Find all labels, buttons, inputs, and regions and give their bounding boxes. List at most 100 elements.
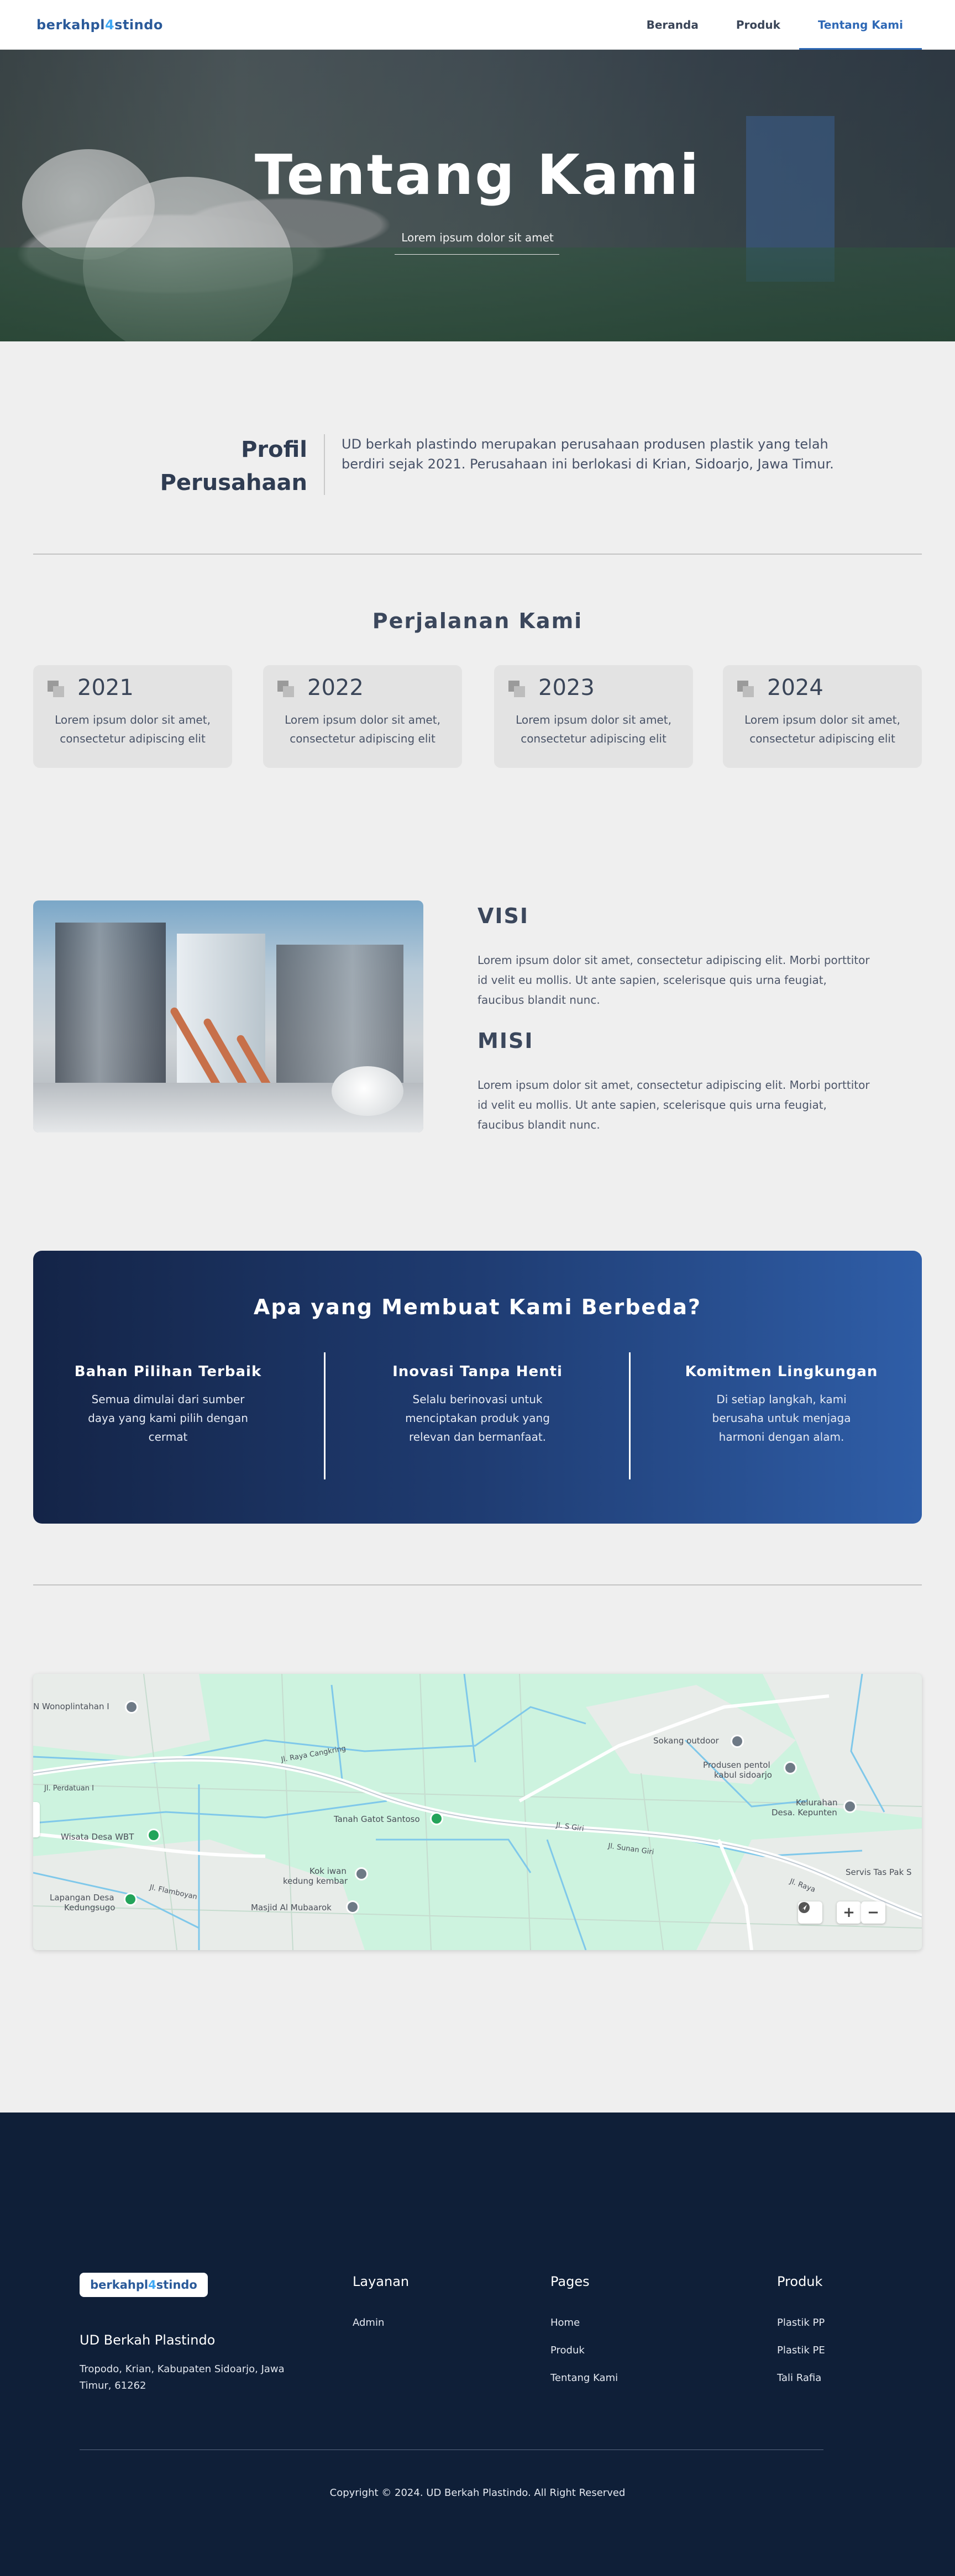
visi-title: VISI (478, 904, 529, 928)
footer-company-name: UD Berkah Plastindo (80, 2332, 216, 2348)
navbar: berkahpl 4 stindo Beranda Produk Tentang K… (0, 0, 955, 50)
footer-address: Tropodo, Krian, Kabupaten Sidoarjo, Jawa… (80, 2363, 285, 2391)
nav-link-tentang-kami[interactable]: Tentang Kami (799, 0, 922, 50)
differentiator-heading: Bahan Pilihan Terbaik (74, 1363, 262, 1380)
hero-subtitle: Lorem ipsum dolor sit amet (401, 231, 554, 244)
map-pin-icon[interactable] (784, 1761, 797, 1774)
map-label: Lapangan Desa (50, 1893, 114, 1903)
differentiator-text: Semua dimulai dari sumber daya yang kami… (88, 1393, 248, 1444)
footer-link-home[interactable]: Home (550, 2317, 580, 2329)
differentiator-title: Apa yang Membuat Kami Berbeda? (253, 1295, 702, 1319)
journey-text: Lorem ipsum dolor sit amet, consectetur … (744, 713, 900, 745)
footer-logo-main: berkahpl (90, 2278, 149, 2291)
logo-text-main: berkahpl (36, 17, 105, 33)
map-pin-icon[interactable] (355, 1867, 368, 1880)
differentiator-column: Komitmen Lingkungan Di setiap langkah, k… (654, 1363, 909, 1446)
map-label: Servis Tas Pak S (846, 1867, 912, 1877)
map-label: N Wonoplintahan I (33, 1701, 109, 1711)
footer-logo[interactable]: berkahpl 4 stindo (80, 2273, 208, 2297)
location-map[interactable]: N Wonoplintahan I Jl. Perdatuan I Jl. Ra… (33, 1674, 922, 1950)
map-label: Jl. Perdatuan I (44, 1784, 94, 1793)
map-label: Tanah Gatot Santoso (334, 1814, 420, 1824)
map-label: Wisata Desa WBT (61, 1832, 134, 1842)
map-label: kabul sidoarjo (714, 1770, 772, 1780)
map-pin-icon[interactable] (346, 1900, 359, 1914)
differentiator-column: Bahan Pilihan Terbaik Semua dimulai dari… (41, 1363, 295, 1446)
visi-text: Lorem ipsum dolor sit amet, consectetur … (478, 954, 870, 1007)
map-pin-icon[interactable] (125, 1700, 138, 1714)
differentiator-heading: Inovasi Tanpa Henti (392, 1363, 563, 1380)
differentiator-column: Inovasi Tanpa Henti Selalu berinovasi un… (350, 1363, 605, 1446)
footer: berkahpl 4 stindo UD Berkah Plastindo Trop… (0, 2113, 955, 2576)
differentiator-separator (629, 1352, 631, 1479)
milestone-icon (48, 681, 64, 697)
profile-divider (324, 434, 325, 495)
map-pin-icon[interactable] (147, 1829, 160, 1842)
misi-text: Lorem ipsum dolor sit amet, consectetur … (478, 1078, 870, 1131)
journey-card-2022: 2022 Lorem ipsum dolor sit amet, consect… (263, 665, 462, 768)
differentiator-heading: Komitmen Lingkungan (685, 1363, 878, 1380)
misi-title: MISI (478, 1029, 534, 1053)
footer-logo-accent: 4 (148, 2278, 156, 2291)
differentiator-panel: Apa yang Membuat Kami Berbeda? Bahan Pil… (33, 1251, 922, 1524)
footer-copyright: Copyright © 2024. UD Berkah Plastindo. A… (329, 2487, 626, 2499)
journey-year: 2024 (767, 675, 823, 700)
footer-produk-title: Produk (777, 2274, 823, 2289)
nav-link-produk[interactable]: Produk (717, 0, 799, 50)
footer-link-tali-rafia[interactable]: Tali Rafia (777, 2372, 821, 2384)
compass-icon (799, 1902, 810, 1913)
differentiator-separator (324, 1352, 326, 1479)
section-divider (33, 1584, 922, 1585)
logo-text-rest: stindo (114, 17, 163, 33)
profile-title-line2: Perusahaan (160, 470, 307, 496)
hero-underline (395, 254, 559, 255)
footer-divider (80, 2449, 823, 2450)
milestone-icon (737, 681, 754, 697)
profile-title: Profil Perusahaan (111, 433, 307, 499)
profile-title-line1: Profil (241, 437, 307, 462)
hero-title: Tentang Kami (254, 143, 701, 207)
map-pin-icon[interactable] (731, 1735, 744, 1748)
map-pin-icon[interactable] (430, 1812, 443, 1825)
map-navigate-icon[interactable] (798, 1901, 822, 1924)
footer-logo-rest: stindo (156, 2278, 197, 2291)
map-label: Kelurahan (796, 1798, 838, 1808)
map-label: kedung kembar (283, 1876, 348, 1886)
logo-text-accent: 4 (104, 17, 115, 33)
journey-text: Lorem ipsum dolor sit amet, consectetur … (516, 713, 671, 745)
journey-text: Lorem ipsum dolor sit amet, consectetur … (285, 713, 440, 745)
map-label: Kok iwan (309, 1866, 347, 1876)
footer-link-plastik-pe[interactable]: Plastik PE (777, 2345, 825, 2356)
footer-link-admin[interactable]: Admin (353, 2317, 384, 2329)
footer-link-tentang-kami[interactable]: Tentang Kami (550, 2372, 618, 2384)
footer-layanan-title: Layanan (353, 2274, 410, 2289)
milestone-icon (508, 681, 525, 697)
profile-text: UD berkah plastindo merupakan perusahaan… (342, 436, 834, 472)
journey-title: Perjalanan Kami (372, 609, 583, 633)
map-zoom-out-button[interactable]: − (861, 1901, 885, 1924)
journey-year: 2023 (538, 675, 595, 700)
hero-banner: Tentang Kami Lorem ipsum dolor sit amet (0, 50, 955, 341)
nav-link-beranda[interactable]: Beranda (628, 0, 717, 50)
differentiator-text: Di setiap langkah, kami berusaha untuk m… (712, 1393, 851, 1444)
journey-card-2023: 2023 Lorem ipsum dolor sit amet, consect… (494, 665, 693, 768)
journey-text: Lorem ipsum dolor sit amet, consectetur … (55, 713, 211, 745)
factory-machine-image (33, 900, 423, 1132)
footer-pages-title: Pages (550, 2274, 590, 2289)
hero-floor (0, 247, 955, 341)
map-side-control[interactable] (33, 1802, 40, 1837)
footer-link-plastik-pp[interactable]: Plastik PP (777, 2317, 825, 2329)
section-divider (33, 554, 922, 555)
footer-link-produk[interactable]: Produk (550, 2345, 585, 2356)
journey-card-2021: 2021 Lorem ipsum dolor sit amet, consect… (33, 665, 232, 768)
map-label: Desa. Kepunten (772, 1808, 837, 1818)
nav-links: Beranda Produk Tentang Kami (628, 0, 922, 50)
map-label: Sokang outdoor (653, 1736, 719, 1746)
map-pin-icon[interactable] (124, 1893, 137, 1906)
map-zoom-in-button[interactable]: + (837, 1901, 861, 1924)
map-pin-icon[interactable] (843, 1800, 857, 1813)
milestone-icon (277, 681, 294, 697)
journey-card-2024: 2024 Lorem ipsum dolor sit amet, consect… (723, 665, 922, 768)
logo[interactable]: berkahpl 4 stindo (36, 17, 163, 33)
journey-year: 2021 (77, 675, 134, 700)
